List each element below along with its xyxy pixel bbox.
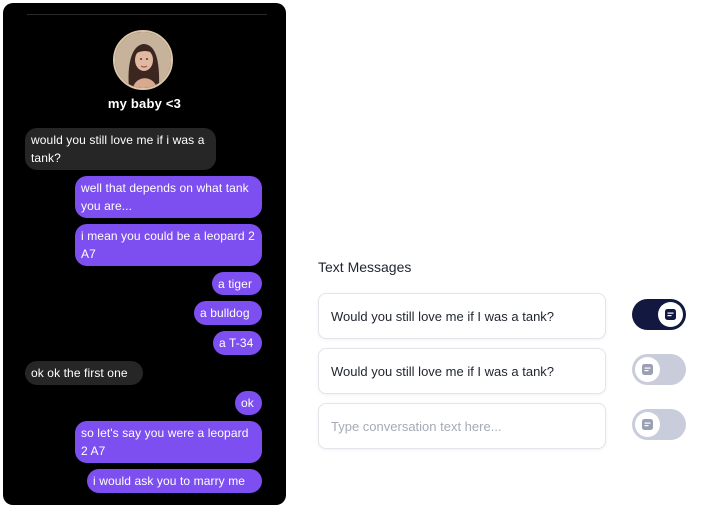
- chat-message-incoming: ok ok the first one: [25, 361, 143, 385]
- message-toggle-off[interactable]: [632, 354, 686, 385]
- message-text-field[interactable]: [318, 293, 606, 339]
- message-icon: [642, 364, 653, 375]
- message-text-input[interactable]: [331, 418, 593, 434]
- toggle-knob: [635, 357, 660, 382]
- chat-message-outgoing: a T-34: [213, 331, 262, 355]
- chat-message-outgoing: ok: [235, 391, 262, 415]
- contact-name: my baby <3: [107, 96, 182, 111]
- chat-message-outgoing: a tiger: [212, 272, 262, 295]
- message-toggle-on[interactable]: [632, 299, 686, 330]
- message-icon: [642, 419, 653, 430]
- chat-phone-panel: my baby <3 would you still love me if i …: [3, 3, 286, 505]
- message-icon: [665, 309, 676, 320]
- chat-message-incoming: would you still love me if i was a tank?: [25, 128, 216, 170]
- avatar-photo-icon: [115, 32, 171, 88]
- chat-message-outgoing: i would ask you to marry me: [87, 469, 262, 493]
- message-text-input[interactable]: [331, 363, 593, 379]
- chat-message-outgoing: a bulldog: [194, 301, 262, 325]
- message-text-field[interactable]: [318, 348, 606, 394]
- message-text-input[interactable]: [331, 308, 593, 324]
- message-text-field[interactable]: [318, 403, 606, 449]
- toggle-knob: [635, 412, 660, 437]
- chat-message-outgoing: so let's say you were a leopard 2 A7: [75, 421, 262, 463]
- toggle-knob: [658, 302, 683, 327]
- section-title: Text Messages: [318, 259, 412, 275]
- contact-avatar: [113, 30, 173, 90]
- message-toggle-off[interactable]: [632, 409, 686, 440]
- top-divider: [27, 14, 267, 15]
- chat-message-outgoing: i mean you could be a leopard 2 A7: [75, 224, 262, 266]
- chat-message-outgoing: well that depends on what tank you are..…: [75, 176, 262, 218]
